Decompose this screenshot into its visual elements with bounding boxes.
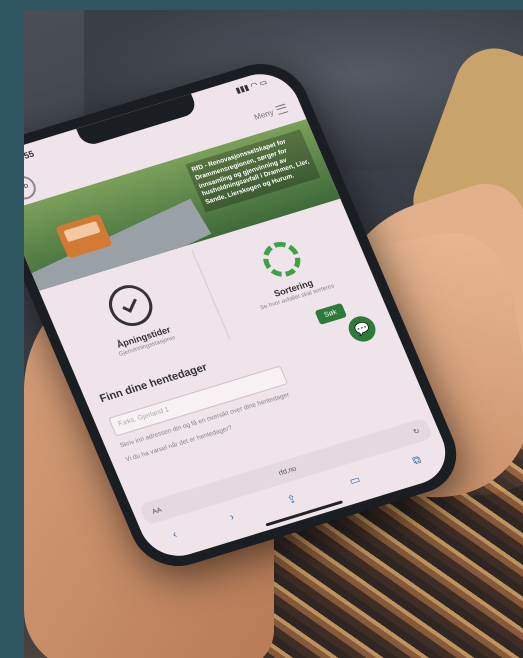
- forward-icon[interactable]: ›: [228, 511, 236, 523]
- text-size-button[interactable]: AA: [151, 506, 163, 515]
- status-time: 15:55: [24, 148, 36, 165]
- site-logo[interactable]: RfD: [24, 173, 40, 203]
- reload-icon[interactable]: ↻: [412, 427, 421, 436]
- photo-frame: 15:55 ▮▮▮ ◠ ▭ RfD Meny RfD - Renovasjons…: [0, 0, 523, 658]
- signal-icon: ▮▮▮ ◠ ▭: [234, 77, 269, 96]
- share-icon[interactable]: ⇪: [285, 492, 299, 506]
- menu-button[interactable]: Meny: [253, 103, 289, 121]
- hamburger-icon: [275, 103, 289, 115]
- clock-icon: [101, 280, 159, 332]
- tabs-icon[interactable]: ⧉: [411, 453, 424, 467]
- menu-label: Meny: [252, 107, 275, 122]
- back-icon[interactable]: ‹: [171, 529, 179, 541]
- recycle-icon: [257, 237, 306, 282]
- photograph: 15:55 ▮▮▮ ◠ ▭ RfD Meny RfD - Renovasjons…: [24, 10, 523, 658]
- url-text[interactable]: rfd.no: [278, 465, 298, 477]
- bookmarks-icon[interactable]: ▭: [347, 472, 362, 487]
